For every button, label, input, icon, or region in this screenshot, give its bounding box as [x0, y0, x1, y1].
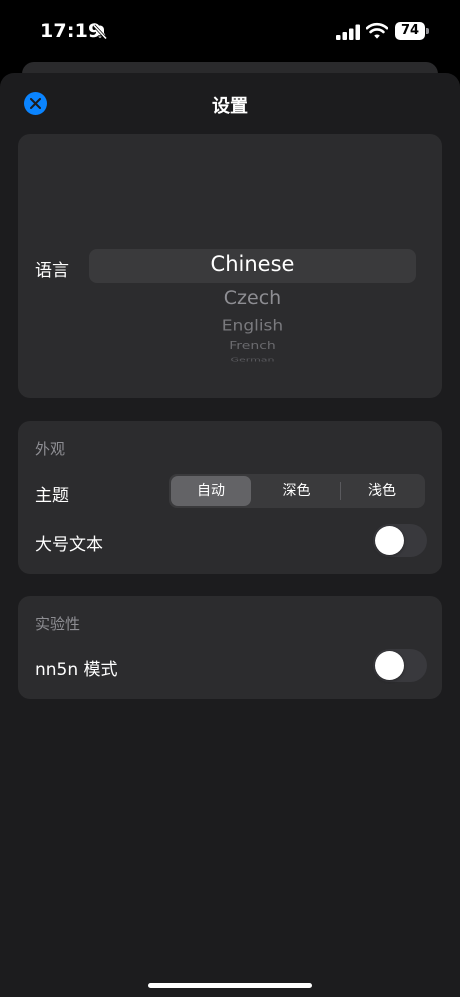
battery-cap: [426, 28, 429, 34]
toggle-knob: [375, 526, 404, 555]
theme-label: 主题: [35, 486, 69, 506]
picker-option-english[interactable]: English: [89, 317, 416, 335]
picker-option-czech[interactable]: Czech: [89, 287, 416, 309]
settings-screen: 17:19 74 设置 语言 Chinese Czech English Fre…: [0, 0, 460, 997]
battery-level: 74: [400, 23, 420, 38]
picker-option-german[interactable]: German: [89, 356, 416, 363]
home-indicator[interactable]: [148, 983, 312, 988]
wifi-icon: [366, 22, 388, 39]
nn5n-mode-label: nn5n 模式: [35, 660, 118, 680]
picker-option-french[interactable]: French: [89, 340, 416, 352]
theme-segmented-control: 自动 深色 浅色: [169, 474, 425, 508]
language-picker[interactable]: Chinese Czech English French German: [89, 238, 416, 363]
theme-option-dark[interactable]: 深色: [254, 476, 339, 506]
cellular-signal-icon: [336, 24, 360, 40]
theme-option-auto[interactable]: 自动: [171, 476, 251, 506]
large-text-label: 大号文本: [35, 535, 103, 555]
status-bar: 17:19 74: [0, 0, 460, 64]
battery-icon: 74: [395, 22, 429, 40]
page-title: 设置: [212, 96, 248, 117]
experimental-card: 实验性 nn5n 模式: [18, 596, 442, 699]
language-label: 语言: [35, 261, 69, 281]
experimental-header: 实验性: [35, 615, 81, 633]
nn5n-mode-toggle[interactable]: [373, 649, 427, 682]
language-card: 语言 Chinese Czech English French German: [18, 134, 442, 398]
large-text-toggle[interactable]: [373, 524, 427, 557]
appearance-card: 外观 主题 自动 深色 浅色 大号文本: [18, 421, 442, 574]
picker-option-chinese[interactable]: Chinese: [89, 252, 416, 276]
toggle-knob: [375, 651, 404, 680]
bell-slash-icon: [92, 24, 108, 40]
theme-option-light[interactable]: 浅色: [341, 476, 423, 506]
appearance-header: 外观: [35, 440, 66, 458]
